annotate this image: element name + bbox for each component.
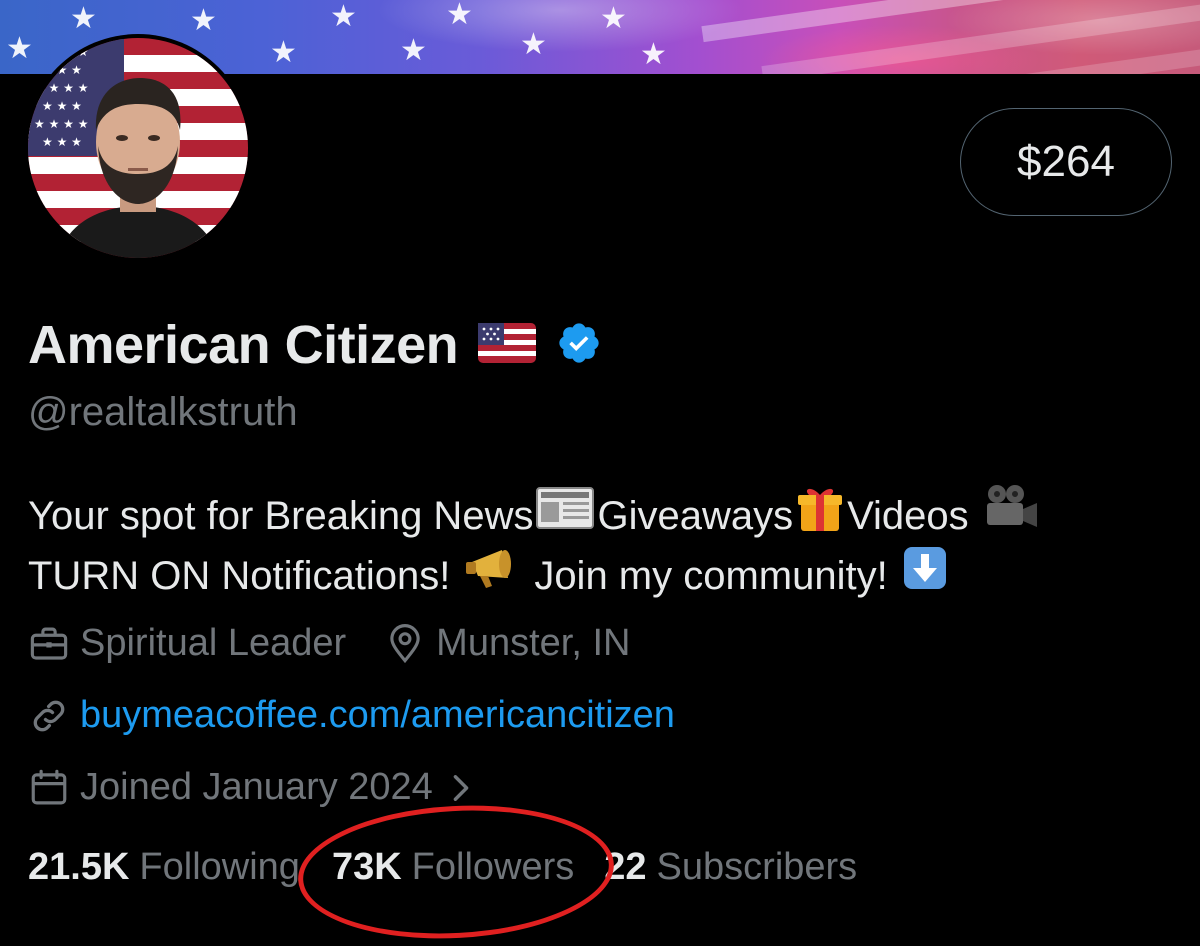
profession-item: Spiritual Leader [28,622,346,665]
svg-text:★ ★ ★: ★ ★ ★ [42,135,82,149]
joined-text: Joined January 2024 [80,766,433,808]
tip-amount-label: $264 [1017,137,1115,186]
bio-text: Giveaways [597,494,794,538]
bio-line: TURN ON Notifications! Join my community… [28,546,1178,606]
chevron-right-icon [449,773,473,803]
website-link[interactable]: buymeacoffee.com/americancitizen [80,694,675,737]
following-count: 21.5K [28,846,130,888]
svg-text:★ ★ ★ ★: ★ ★ ★ ★ [34,81,88,95]
banner-star: ★ [520,28,547,61]
calendar-icon [28,767,70,809]
profile-handle: @realtalkstruth [28,390,298,434]
display-name: American Citizen [28,315,459,375]
svg-text:★ ★ ★: ★ ★ ★ [42,63,82,77]
svg-text:★ ★ ★ ★: ★ ★ ★ ★ [34,45,88,59]
svg-text:★ ★ ★ ★: ★ ★ ★ ★ [34,117,88,131]
bio-line: Your spot for Breaking News Giveaways Vi… [28,484,1178,547]
profile-meta-row: Spiritual Leader Munster, IN [28,622,630,665]
profile-bio: Your spot for Breaking News Giveaways Vi… [28,484,1178,606]
red-annotation-circle [294,797,618,946]
banner-star: ★ [600,2,627,35]
location-pin-icon [384,623,426,665]
briefcase-icon [28,623,70,665]
down-arrow-emoji [902,545,948,608]
us-flag-emoji [478,322,537,368]
bio-text: Your spot for Breaking News [28,494,534,538]
joined-row[interactable]: Joined January 2024 [28,766,473,809]
gift-emoji [795,483,845,550]
location-item: Munster, IN [384,622,630,665]
banner-star: ★ [70,2,97,35]
tip-amount-button[interactable]: $264 [960,108,1172,216]
following-label: Following [139,846,300,888]
movie-camera-emoji [983,483,1039,550]
newspaper-emoji [535,486,595,547]
location-text: Munster, IN [436,622,631,664]
avatar-image: ★ ★ ★ ★ ★ ★ ★ ★ ★ ★ ★ ★ ★ ★ ★ ★ ★ ★ ★ ★ … [28,38,248,258]
bio-text: Join my community! [534,554,888,598]
bio-text: Videos [847,494,969,538]
banner-star: ★ [446,0,473,31]
banner-star: ★ [400,34,427,67]
profession-text: Spiritual Leader [80,622,347,664]
profile-name-row: American Citizen [28,312,602,378]
banner-star: ★ [270,36,297,69]
megaphone-emoji [464,546,520,607]
banner-star: ★ [330,0,357,33]
banner-star: ★ [190,4,217,37]
profile-avatar[interactable]: ★ ★ ★ ★ ★ ★ ★ ★ ★ ★ ★ ★ ★ ★ ★ ★ ★ ★ ★ ★ … [24,34,252,262]
following-stat[interactable]: 21.5K Following [28,846,300,889]
subscribers-stat[interactable]: 22 Subscribers [604,846,857,889]
link-icon [28,695,70,737]
subscribers-label: Subscribers [656,846,858,888]
banner-star: ★ [640,38,667,71]
svg-text:★ ★ ★: ★ ★ ★ [42,99,82,113]
website-row: buymeacoffee.com/americancitizen [28,694,675,737]
verified-badge-icon[interactable] [556,320,602,371]
bio-text: TURN ON Notifications! [28,554,451,598]
